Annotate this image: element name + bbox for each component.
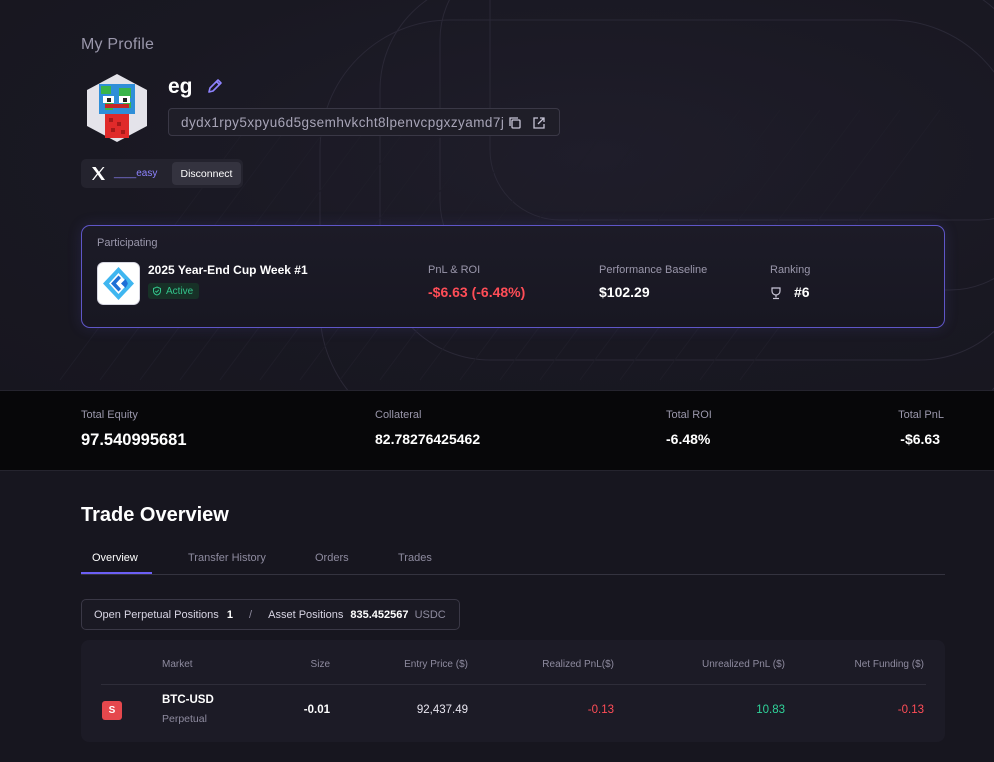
column-header-unrealized-pnl: Unrealized PnL ($) (701, 659, 785, 670)
collateral-value: 82.78276425462 (375, 431, 481, 447)
open-positions-count: 1 (226, 609, 233, 621)
tab-transfer-history[interactable]: Transfer History (188, 552, 266, 564)
copy-icon[interactable] (508, 116, 522, 130)
positions-summary: Open Perpetual Positions 1 / Asset Posit… (81, 599, 460, 630)
wallet-address: dydx1rpy5xpyu6d5gsemhvkcht8lpenvcpgxzyam… (181, 114, 505, 130)
tab-trades[interactable]: Trades (398, 552, 432, 564)
pnl-roi-value: -$6.63 (-6.48%) (428, 284, 526, 300)
column-header-net-funding: Net Funding ($) (854, 659, 924, 670)
unrealized-pnl: 10.83 (756, 704, 785, 716)
baseline-label: Performance Baseline (599, 264, 708, 276)
total-pnl-value: -$6.63 (900, 431, 940, 447)
status-badge: Active (148, 283, 200, 299)
column-header-size: Size (310, 659, 330, 670)
market-name[interactable]: BTC-USD (162, 694, 214, 706)
avatar (87, 74, 147, 142)
market-type: Perpetual (162, 713, 207, 725)
total-roi-value: -6.48% (666, 431, 711, 447)
summary-separator: / (249, 609, 253, 621)
active-tab-indicator (81, 572, 152, 574)
social-connection: ____easy Disconnect (81, 159, 243, 188)
profile-hero: My Profile eg dydx1rpy5xpyu6d5gsemhvkcht… (0, 0, 994, 390)
tab-overview[interactable]: Overview (92, 552, 138, 564)
edit-icon[interactable] (206, 77, 224, 95)
total-pnl-label: Total PnL (898, 409, 944, 421)
disconnect-button[interactable]: Disconnect (172, 162, 241, 185)
column-header-market: Market (162, 659, 193, 670)
open-positions-label: Open Perpetual Positions (94, 609, 219, 621)
check-shield-icon (153, 286, 161, 296)
column-header-realized-pnl: Realized PnL($) (542, 659, 614, 670)
wallet-address-field: dydx1rpy5xpyu6d5gsemhvkcht8lpenvcpgxzyam… (168, 108, 560, 136)
entry-price: 92,437.49 (416, 704, 468, 716)
hero-decoration (59, 0, 994, 390)
contest-status-label: Participating (97, 237, 158, 249)
column-header-entry-price: Entry Price ($) (404, 659, 468, 670)
trade-overview-title: Trade Overview (81, 504, 229, 526)
page-title: My Profile (81, 36, 155, 53)
tab-orders[interactable]: Orders (315, 552, 349, 564)
contest-card: Participating 2025 Year-End Cup Week #1 … (81, 225, 945, 328)
asset-positions-unit: USDC (414, 609, 446, 621)
pnl-roi-label: PnL & ROI (428, 264, 481, 276)
total-equity-value: 97.540995681 (81, 431, 187, 449)
username: eg (168, 75, 193, 98)
short-side-badge: S (102, 701, 122, 720)
positions-table: Market Size Entry Price ($) Realized PnL… (81, 640, 945, 742)
x-logo-icon (92, 167, 105, 180)
contest-logo-icon (97, 262, 140, 305)
net-funding: -0.13 (897, 704, 924, 716)
external-link-icon[interactable] (532, 116, 546, 130)
asset-positions-value: 835.452567 (350, 609, 409, 621)
ranking-value: #6 (794, 284, 810, 300)
trophy-icon (771, 287, 781, 300)
header-divider (101, 684, 926, 685)
trade-overview-tabs: Overview Transfer History Orders Trades (81, 545, 945, 575)
position-size: -0.01 (303, 704, 330, 716)
collateral-label: Collateral (375, 409, 422, 421)
realized-pnl: -0.13 (587, 704, 614, 716)
status-badge-label: Active (166, 285, 194, 297)
account-summary-bar: Total Equity 97.540995681 Collateral 82.… (0, 390, 994, 471)
contest-name[interactable]: 2025 Year-End Cup Week #1 (148, 263, 308, 277)
total-equity-label: Total Equity (81, 409, 138, 421)
asset-positions-label: Asset Positions (268, 609, 344, 621)
total-roi-label: Total ROI (666, 409, 712, 421)
ranking-label: Ranking (770, 264, 811, 276)
social-handle[interactable]: ____easy (114, 168, 157, 179)
baseline-value: $102.29 (599, 284, 650, 300)
